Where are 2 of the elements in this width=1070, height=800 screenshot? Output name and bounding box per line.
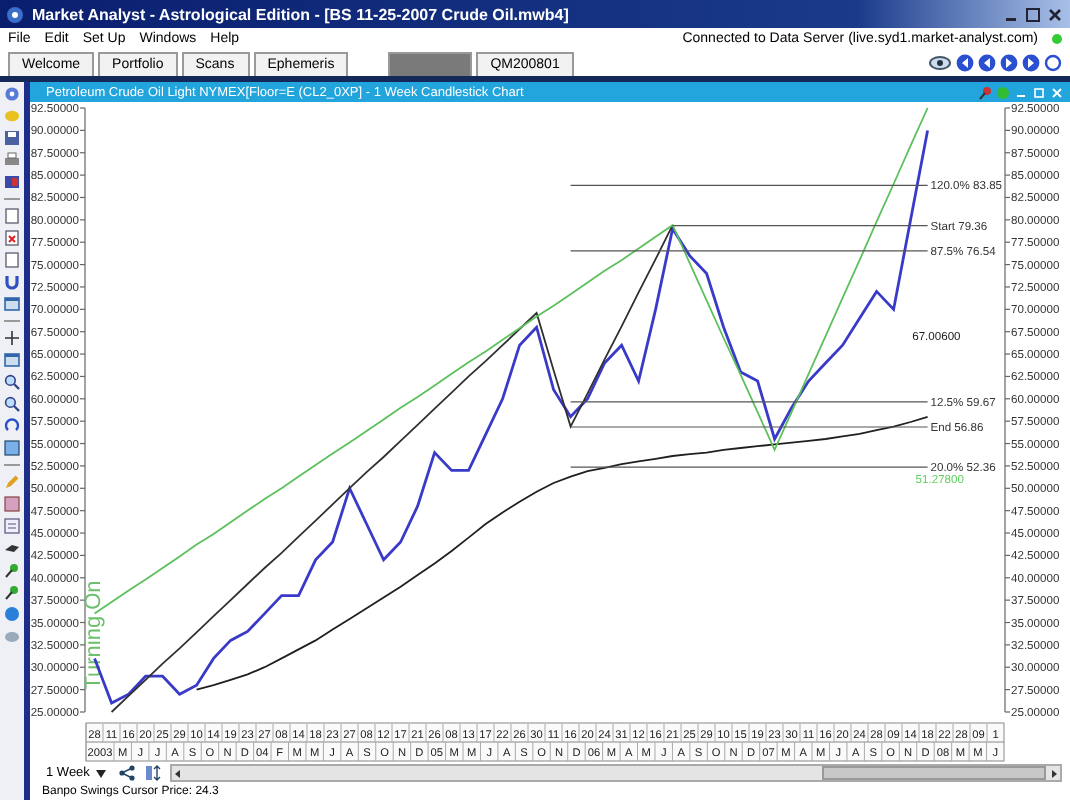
window-title: Market Analyst - Astrological Edition - [BS 11-25-2007 Crude Oil.mwb4] bbox=[32, 5, 571, 23]
chart-annotation: Turning On bbox=[82, 580, 106, 690]
